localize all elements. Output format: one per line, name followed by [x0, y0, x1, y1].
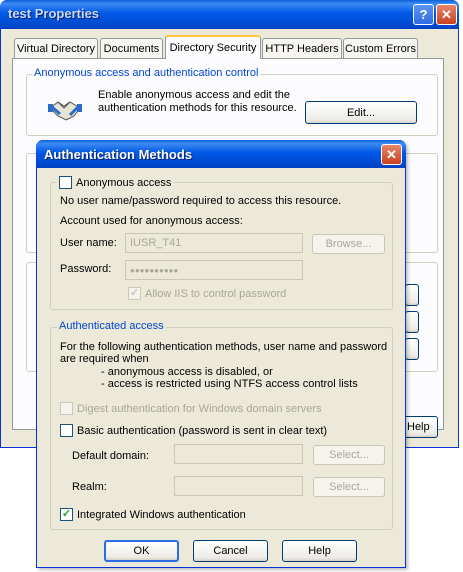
anonymous-access-label: Anonymous access	[76, 176, 172, 189]
tab-label: Custom Errors	[345, 42, 416, 55]
default-domain-field[interactable]	[174, 444, 303, 464]
user-name-field[interactable]: IUSR_T41	[125, 233, 303, 253]
digest-row: Digest authentication for Windows domain…	[60, 402, 322, 415]
tab-directory-security[interactable]: Directory Security	[165, 35, 261, 59]
close-icon: ✕	[441, 6, 452, 22]
help-button-label: Help	[407, 421, 430, 433]
auth-dialog-title: Authentication Methods	[44, 147, 193, 162]
digest-label: Digest authentication for Windows domain…	[77, 402, 322, 415]
basic-auth-checkbox[interactable]	[60, 424, 73, 437]
allow-iis-row: ✓ Allow IIS to control password	[128, 287, 286, 300]
ok-button-label: OK	[133, 545, 150, 557]
auth-bullet-2: - access is restricted using NTFS access…	[101, 378, 358, 390]
default-domain-label: Default domain:	[72, 450, 150, 462]
realm-label: Realm:	[72, 481, 107, 493]
behind-button-1	[405, 284, 419, 306]
close-icon: ✕	[386, 146, 397, 162]
auth-description-line-2: are required when	[60, 353, 149, 365]
close-auth-dialog-button[interactable]: ✕	[381, 144, 402, 165]
anonymous-access-group-label: Anonymous access and authentication cont…	[32, 67, 261, 79]
allow-iis-label: Allow IIS to control password	[145, 287, 287, 300]
auth-bullet-1: - anonymous access is disabled, or	[101, 366, 273, 378]
help-button-label: Help	[308, 545, 331, 557]
integrated-auth-row: ✓ Integrated Windows authentication	[60, 508, 246, 521]
basic-auth-row: Basic authentication (password is sent i…	[60, 424, 327, 437]
behind-button-3	[405, 338, 419, 360]
browse-button[interactable]: Browse...	[312, 234, 385, 254]
anon-description-line-1: Enable anonymous access and edit the	[98, 89, 291, 101]
tab-label: Virtual Directory	[16, 42, 96, 55]
integrated-auth-label: Integrated Windows authentication	[77, 508, 246, 521]
allow-iis-checkbox[interactable]: ✓	[128, 287, 141, 300]
auth-description-line-1: For the following authentication methods…	[60, 341, 388, 353]
tab-http-headers[interactable]: HTTP Headers	[262, 38, 342, 58]
password-field[interactable]: ●●●●●●●●●●	[125, 260, 303, 280]
anonymous-access-checkbox[interactable]	[59, 176, 72, 189]
checkmark-icon: ✓	[129, 287, 140, 299]
no-user-required-text: No user name/password required to access…	[60, 195, 342, 207]
help-title-button[interactable]: ?	[413, 4, 434, 25]
integrated-auth-checkbox[interactable]: ✓	[60, 508, 73, 521]
checkmark-icon: ✓	[61, 508, 72, 520]
realm-field[interactable]	[174, 476, 303, 496]
tab-documents[interactable]: Documents	[100, 38, 163, 58]
digest-checkbox[interactable]	[60, 402, 73, 415]
question-icon: ?	[419, 7, 428, 22]
tab-label: HTTP Headers	[265, 42, 339, 55]
select-domain-button[interactable]: Select...	[313, 445, 385, 465]
cancel-button[interactable]: Cancel	[193, 540, 268, 562]
user-name-label: User name:	[60, 237, 117, 249]
select-button-label: Select...	[329, 449, 369, 461]
basic-auth-label: Basic authentication (password is sent i…	[77, 424, 328, 437]
authenticated-access-label: Authenticated access	[57, 320, 166, 332]
anonymous-access-header: Anonymous access	[57, 176, 175, 189]
properties-title: test Properties	[8, 6, 100, 21]
anon-description-line-2: authentication methods for this resource…	[98, 102, 297, 114]
account-used-text: Account used for anonymous access:	[60, 215, 243, 227]
auth-help-button[interactable]: Help	[282, 540, 357, 562]
password-value: ●●●●●●●●●●	[130, 265, 179, 275]
browse-button-label: Browse...	[325, 238, 372, 250]
tab-label: Directory Security	[169, 42, 257, 54]
tab-label: Documents	[103, 42, 160, 55]
tab-virtual-directory[interactable]: Virtual Directory	[14, 38, 98, 58]
handshake-icon	[48, 101, 82, 121]
behind-button-2	[405, 311, 419, 333]
ok-button[interactable]: OK	[104, 540, 179, 562]
cancel-button-label: Cancel	[213, 545, 248, 557]
user-name-value: IUSR_T41	[130, 237, 182, 249]
edit-button-label: Edit...	[346, 106, 376, 119]
select-realm-button[interactable]: Select...	[313, 477, 385, 497]
select-button-label: Select...	[329, 481, 369, 493]
close-properties-button[interactable]: ✕	[436, 4, 457, 25]
password-label: Password:	[60, 263, 112, 275]
edit-button[interactable]: Edit...	[305, 101, 417, 124]
tab-custom-errors[interactable]: Custom Errors	[343, 38, 418, 58]
